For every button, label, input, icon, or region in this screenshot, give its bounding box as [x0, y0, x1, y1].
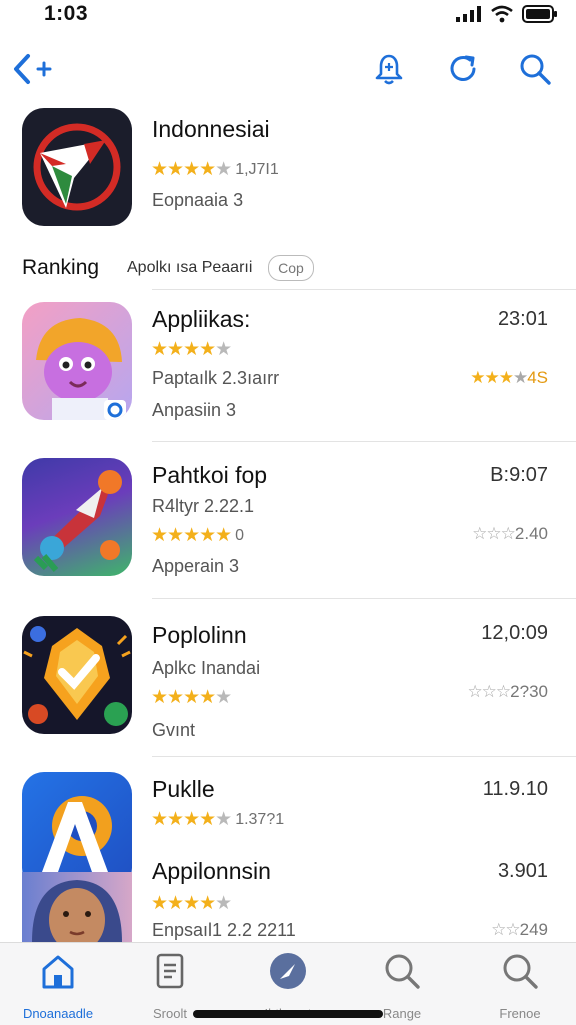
- shield-check-icon: [23, 626, 131, 726]
- app-rating-count: 1.37?1: [235, 810, 285, 828]
- list-item[interactable]: Appliikas: ★★★★ ★ Paptaılk 2.3ıaırr Anpas…: [0, 296, 576, 446]
- featured-rating: ★★★★ ★ 1,J7I1: [151, 159, 279, 180]
- app-icon: [22, 872, 132, 942]
- app-rating: ★★★★ ★ 1.37?1: [151, 809, 285, 830]
- compass-logo-icon: [33, 123, 121, 211]
- bell-button[interactable]: [370, 50, 408, 88]
- app-side-value: 4S: [527, 368, 548, 387]
- app-meta: Paptaılk 2.3ıaırr: [152, 368, 280, 388]
- app-icon: [22, 616, 132, 734]
- ranking-header: Ranking Apolkı ısa Peaarıi Cop: [0, 250, 576, 290]
- app-rating: ★★★★★ 0: [151, 525, 245, 546]
- app-title: Appliikas:: [152, 306, 251, 332]
- app-meta: R4ltyr 2.22.1: [152, 496, 255, 516]
- app-side-value: 2.40: [514, 524, 548, 543]
- app-time: 23:01: [497, 308, 548, 330]
- ranking-sublabel: Apolkı ısa Peaarıi: [127, 259, 253, 276]
- app-title: Appilonnsin: [152, 858, 271, 884]
- featured-subtitle: Eopnaaia 3: [152, 190, 244, 210]
- app-subtitle: Gvınt: [152, 720, 196, 740]
- app-meta: Enpsaıl1 2.2 2211: [152, 920, 296, 940]
- list-item[interactable]: Poplolinn Aplkc Inandai ★★★★ ★ Gvınt 12,0…: [0, 610, 576, 760]
- app-title: Puklle: [152, 776, 215, 802]
- divider: [152, 289, 576, 290]
- app-time: 11.9.10: [482, 778, 548, 800]
- tab-label: Dnoanaadle: [22, 1006, 94, 1021]
- avatar: [32, 880, 122, 942]
- wifi-icon: [491, 5, 513, 23]
- featured-app[interactable]: Indonnesiai ★★★★ ★ 1,J7I1 Eopnaaia 3: [0, 108, 576, 232]
- app-rating: ★★★★ ★: [151, 893, 232, 914]
- status-time: 1:03: [44, 2, 89, 25]
- app-side-value: 2?30: [510, 682, 548, 701]
- divider: [152, 441, 576, 442]
- battery-icon: [522, 5, 557, 23]
- app-subtitle: Anpasiin 3: [152, 400, 237, 420]
- featured-app-icon: [22, 108, 132, 226]
- app-side-rating: ☆☆ 249: [491, 920, 548, 939]
- tab-home[interactable]: Dnoanaadle: [8, 951, 108, 1021]
- tab-label: Frenoe: [499, 1006, 541, 1021]
- refresh-button[interactable]: [444, 50, 482, 88]
- character-icon: [36, 318, 126, 420]
- app-title: Pahtkoi fop: [152, 462, 268, 488]
- chevron-left-icon: [14, 54, 52, 84]
- app-subtitle: Apperain 3: [152, 556, 240, 576]
- nav-bar: [0, 48, 576, 92]
- app-time: 3.901: [497, 860, 548, 882]
- ranking-chip[interactable]: Cop: [268, 255, 314, 281]
- app-side-rating: ☆☆☆ 2?30: [467, 682, 548, 701]
- search-icon: [503, 954, 538, 989]
- app-time: B:9:07: [490, 464, 548, 486]
- rocket-icon: [33, 470, 122, 572]
- refresh-icon: [450, 55, 476, 81]
- house-icon: [42, 955, 74, 989]
- bell-icon: [375, 54, 403, 85]
- home-indicator[interactable]: [193, 1010, 383, 1018]
- app-side-rating: ☆☆☆ 2.40: [472, 524, 548, 543]
- list-item[interactable]: Pahtkoi fop R4ltyr 2.22.1 ★★★★★ 0 Apperai…: [0, 452, 576, 602]
- app-side-value: 249: [519, 920, 548, 939]
- search-icon: [520, 54, 551, 85]
- document-icon: [156, 953, 184, 989]
- status-icons: [456, 5, 558, 23]
- back-button[interactable]: [10, 52, 56, 86]
- featured-rating-count: 1,J7I1: [235, 160, 279, 178]
- compass-icon: [270, 953, 306, 989]
- app-rating-count: 0: [235, 526, 245, 544]
- status-bar: 1:03: [0, 0, 576, 40]
- app-icon: [22, 458, 132, 576]
- app-side-rating: ★★★ ★ 4S: [470, 368, 548, 387]
- list-item[interactable]: Appilonnsin ★★★★ ★ Enpsaıl1 2.2 2211 3.90…: [0, 852, 576, 942]
- app-rating: ★★★★ ★: [151, 339, 232, 360]
- signal-icon: [456, 6, 481, 22]
- divider: [152, 598, 576, 599]
- featured-app-title: Indonnesiai: [152, 116, 270, 142]
- divider: [152, 756, 576, 757]
- app-title: Poplolinn: [152, 622, 247, 648]
- search-icon: [385, 954, 420, 989]
- search-button[interactable]: [516, 50, 554, 88]
- app-meta: Aplkc Inandai: [152, 658, 261, 678]
- ranking-label: Ranking: [22, 256, 100, 279]
- app-time: 12,0:09: [481, 622, 548, 644]
- app-icon: [22, 302, 132, 420]
- tab-fifth[interactable]: Frenoe: [470, 951, 570, 1021]
- app-rating: ★★★★ ★: [151, 687, 232, 708]
